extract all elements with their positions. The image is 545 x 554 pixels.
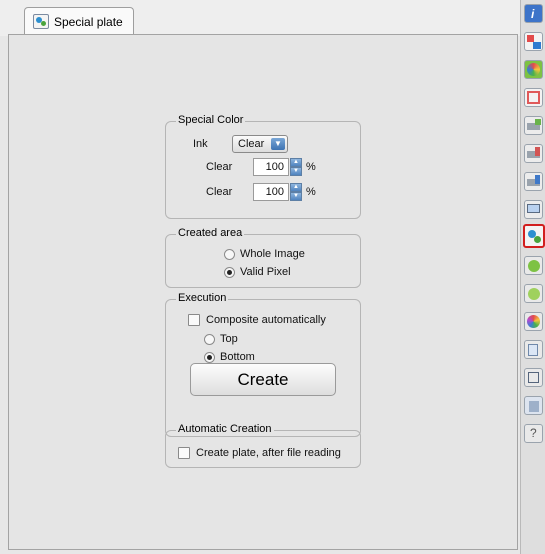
create-plate-after-reading-checkbox[interactable]	[178, 447, 190, 459]
delete-icon[interactable]	[524, 396, 543, 415]
percent-label-1: %	[306, 161, 316, 173]
ink-select[interactable]: Clear ▼	[232, 135, 288, 153]
frame-icon[interactable]	[524, 88, 543, 107]
top-radio[interactable]	[204, 334, 215, 345]
decrement-icon[interactable]: ▼	[290, 167, 302, 176]
composite-automatically-checkbox[interactable]	[188, 314, 200, 326]
whole-image-radio[interactable]	[224, 249, 235, 260]
print-settings-icon[interactable]	[524, 172, 543, 191]
create-plate-after-reading-label: Create plate, after file reading	[196, 447, 341, 459]
help-icon[interactable]: ?	[524, 424, 543, 443]
whole-image-label: Whole Image	[240, 248, 305, 260]
color-wheel-icon[interactable]	[524, 60, 543, 79]
clear-stepper-1[interactable]: 100 ▲ ▼	[253, 158, 303, 176]
print-icon[interactable]	[524, 116, 543, 135]
automatic-creation-legend: Automatic Creation	[176, 423, 274, 435]
tab-strip: Special plate	[0, 0, 520, 36]
create-button[interactable]: Create	[190, 363, 336, 396]
ink-label: Ink	[193, 138, 208, 150]
special-plate-icon	[33, 14, 49, 29]
chevron-down-icon: ▼	[271, 138, 285, 150]
created-area-legend: Created area	[176, 227, 245, 239]
clear-value-1[interactable]: 100	[253, 158, 289, 176]
copy-icon[interactable]	[524, 340, 543, 359]
special-plate-icon[interactable]	[523, 224, 545, 248]
percent-label-2: %	[306, 186, 316, 198]
decrement-icon[interactable]: ▼	[290, 192, 302, 201]
clear-value-2[interactable]: 100	[253, 183, 289, 201]
layer-icon[interactable]	[524, 256, 543, 275]
layout-icon[interactable]	[524, 32, 543, 51]
created-area-group: Created area Whole Image Valid Pixel	[165, 227, 361, 288]
info-icon[interactable]: i	[524, 4, 543, 23]
special-color-legend: Special Color	[176, 114, 246, 126]
tab-special-plate[interactable]: Special plate	[24, 7, 134, 35]
composite-automatically-label: Composite automatically	[206, 314, 326, 326]
ink-select-value: Clear	[238, 138, 265, 150]
split-icon[interactable]	[524, 368, 543, 387]
app-window: Special plate Special Color Ink Clear ▼ …	[0, 0, 545, 554]
automatic-creation-group: Automatic Creation Create plate, after f…	[165, 423, 361, 468]
top-label: Top	[220, 333, 238, 345]
clear-label-1: Clear	[206, 161, 233, 173]
special-plate-panel: Special Color Ink Clear ▼ Clear 100 ▲ ▼ …	[8, 34, 518, 550]
special-color-group: Special Color Ink Clear ▼ Clear 100 ▲ ▼ …	[165, 114, 361, 219]
cut-icon[interactable]	[524, 144, 543, 163]
clear-label-2: Clear	[206, 186, 233, 198]
adjust-icon[interactable]	[524, 284, 543, 303]
right-toolbar: i ?	[520, 0, 545, 554]
valid-pixel-label: Valid Pixel	[240, 266, 291, 278]
increment-icon[interactable]: ▲	[290, 183, 302, 192]
valid-pixel-radio[interactable]	[224, 267, 235, 278]
increment-icon[interactable]: ▲	[290, 158, 302, 167]
clear-stepper-2[interactable]: 100 ▲ ▼	[253, 183, 303, 201]
tab-label: Special plate	[54, 15, 123, 29]
monitor-icon[interactable]	[524, 200, 543, 219]
palette-icon[interactable]	[524, 312, 543, 331]
execution-legend: Execution	[176, 292, 229, 304]
bottom-label: Bottom	[220, 351, 255, 363]
bottom-radio[interactable]	[204, 352, 215, 363]
